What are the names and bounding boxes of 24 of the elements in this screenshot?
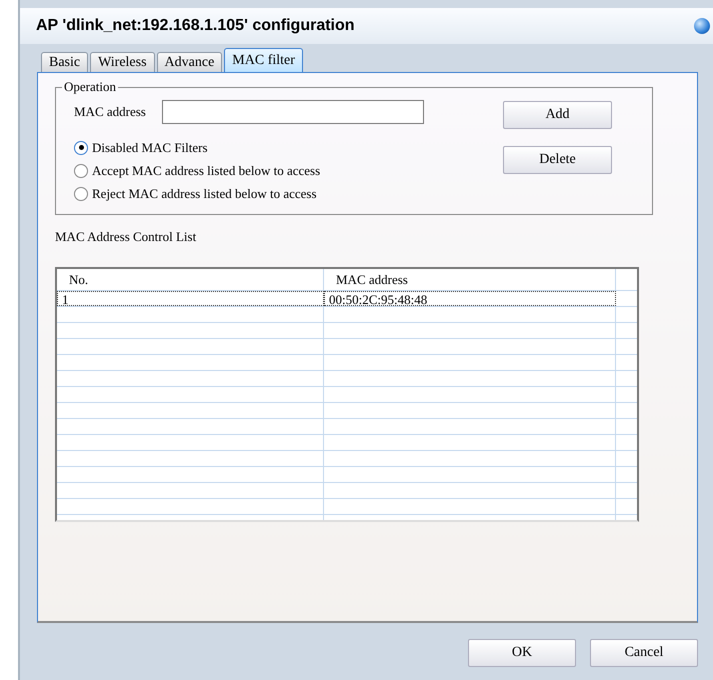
radio-button[interactable]	[74, 186, 88, 200]
orb-icon[interactable]	[694, 18, 710, 34]
cancel-button[interactable]: Cancel	[590, 639, 698, 667]
radio-label[interactable]: Accept MAC address listed below to access	[92, 162, 320, 178]
add-button[interactable]: Add	[503, 101, 612, 129]
group-legend: Operation	[62, 79, 118, 95]
table-cell: 1	[57, 291, 324, 306]
tab[interactable]: Basic	[41, 52, 88, 72]
mac-address-field[interactable]	[162, 100, 424, 124]
radio-label[interactable]: Reject MAC address listed below to access	[92, 186, 317, 202]
radio-button[interactable]	[74, 164, 88, 178]
table-cell: 00:50:2C:95:48:48	[324, 291, 616, 306]
column-header[interactable]: No.	[57, 269, 324, 290]
tab[interactable]: Advance	[156, 52, 222, 72]
mac-address-label: MAC address	[74, 104, 146, 120]
tab[interactable]: MAC filter	[224, 48, 303, 72]
radio-label[interactable]: Disabled MAC Filters	[92, 140, 208, 156]
ok-button[interactable]: OK	[468, 639, 576, 667]
radio-button[interactable]	[74, 140, 88, 154]
list-title: MAC Address Control List	[55, 229, 198, 245]
column-header[interactable]: MAC address	[324, 269, 616, 290]
tab[interactable]: Wireless	[90, 52, 155, 72]
window-title: AP 'dlink_net:192.168.1.105' configuration	[36, 17, 355, 35]
delete-button[interactable]: Delete	[503, 146, 612, 174]
